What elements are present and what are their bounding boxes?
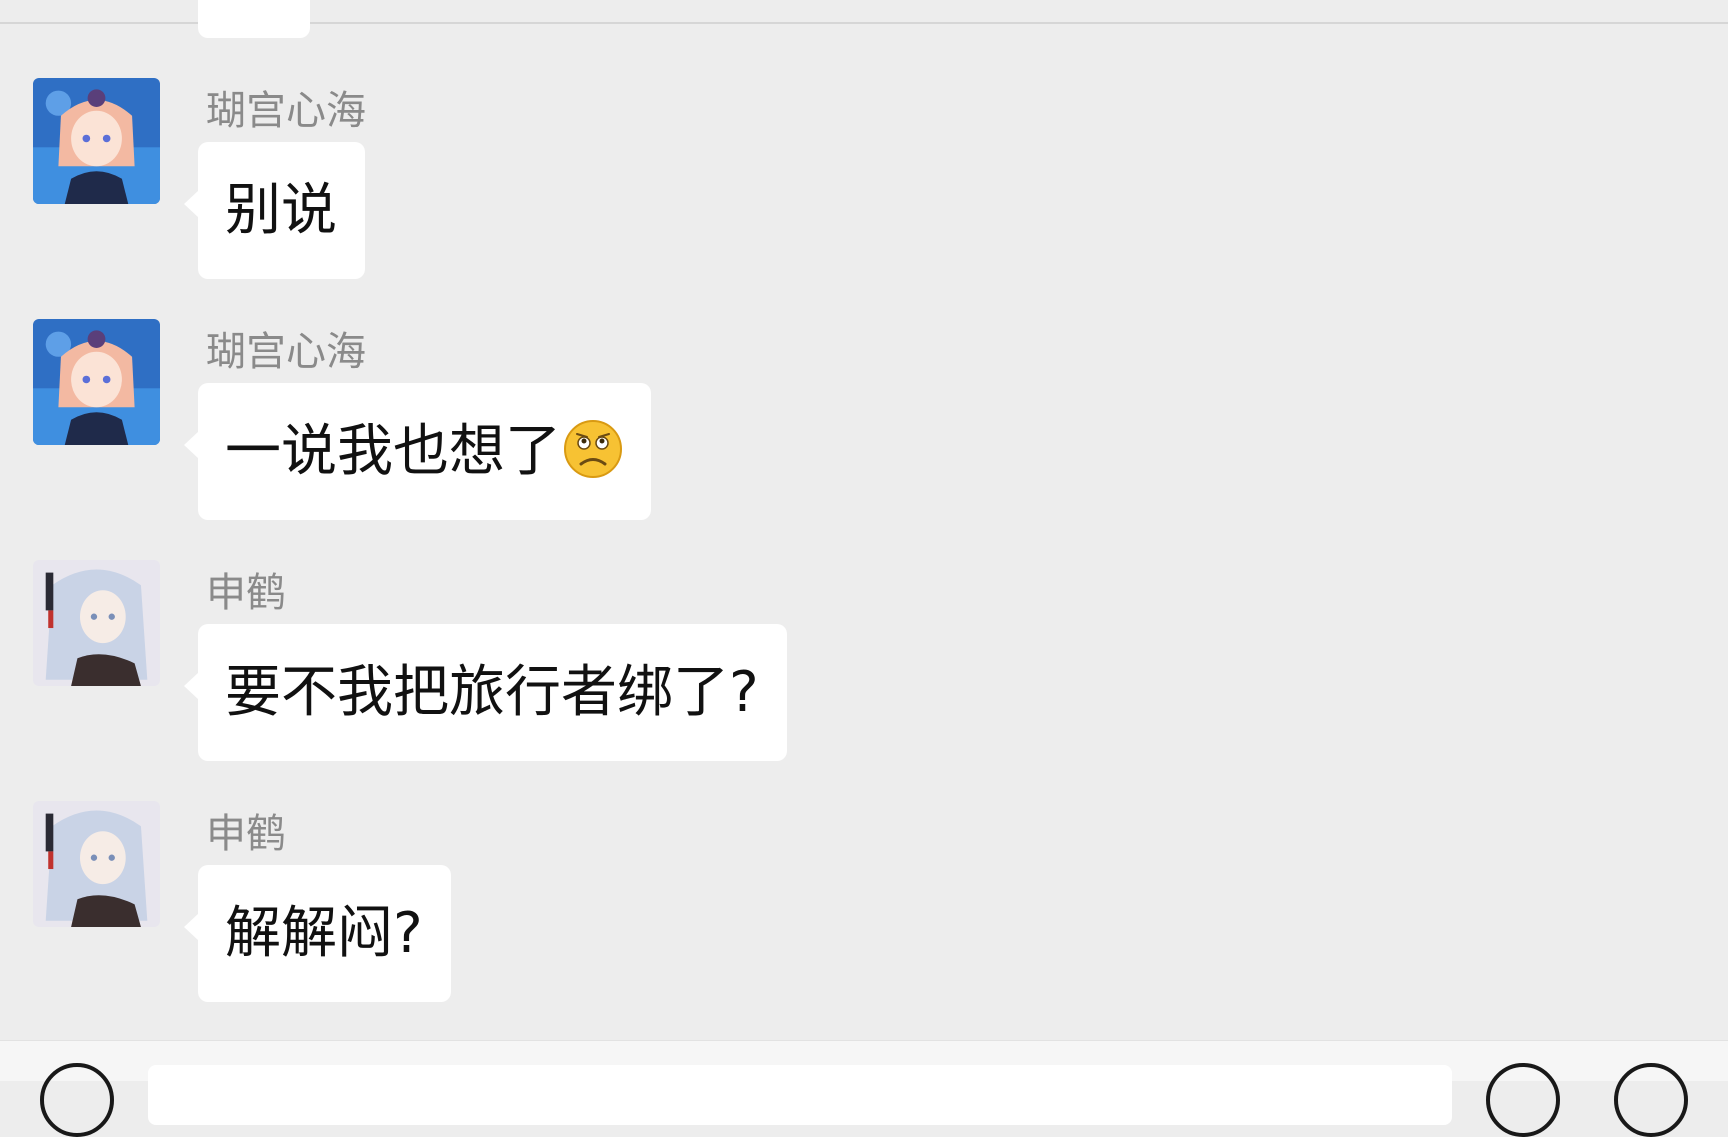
input-bar <box>0 1040 1728 1137</box>
message-text: 要不我把旅行者绑了? <box>225 659 759 725</box>
message-text: 解解闷? <box>225 900 423 966</box>
message-bubble[interactable]: 要不我把旅行者绑了? <box>184 624 787 761</box>
message-bubble[interactable]: 别说 <box>184 142 365 279</box>
shenhe-avatar[interactable] <box>33 560 160 686</box>
kokomi-avatar[interactable] <box>33 78 160 204</box>
sender-name: 瑚宫心海 <box>206 88 366 134</box>
kokomi-avatar[interactable] <box>33 319 160 445</box>
sender-name: 申鹤 <box>206 570 286 616</box>
message-row: 瑚宫心海 一说我也想了 <box>0 319 1728 529</box>
emoji-icon[interactable] <box>1486 1063 1560 1137</box>
voice-icon[interactable] <box>40 1063 114 1137</box>
shenhe-avatar[interactable] <box>33 801 160 927</box>
sender-name: 申鹤 <box>206 811 286 857</box>
plus-icon[interactable] <box>1614 1063 1688 1137</box>
message-bubble[interactable]: 解解闷? <box>184 865 451 1002</box>
frowning-emoji-icon <box>563 419 623 479</box>
message-row: 申鹤 要不我把旅行者绑了? <box>0 560 1728 770</box>
message-bubble[interactable]: 一说我也想了 <box>184 383 651 520</box>
message-text: 一说我也想了 <box>225 418 561 484</box>
message-row: 申鹤 解解闷? <box>0 801 1728 1011</box>
sender-name: 瑚宫心海 <box>206 329 366 375</box>
previous-message-bubble[interactable] <box>198 0 310 38</box>
message-text: 别说 <box>225 177 337 243</box>
message-input[interactable] <box>148 1065 1452 1125</box>
message-row: 瑚宫心海 别说 <box>0 78 1728 288</box>
